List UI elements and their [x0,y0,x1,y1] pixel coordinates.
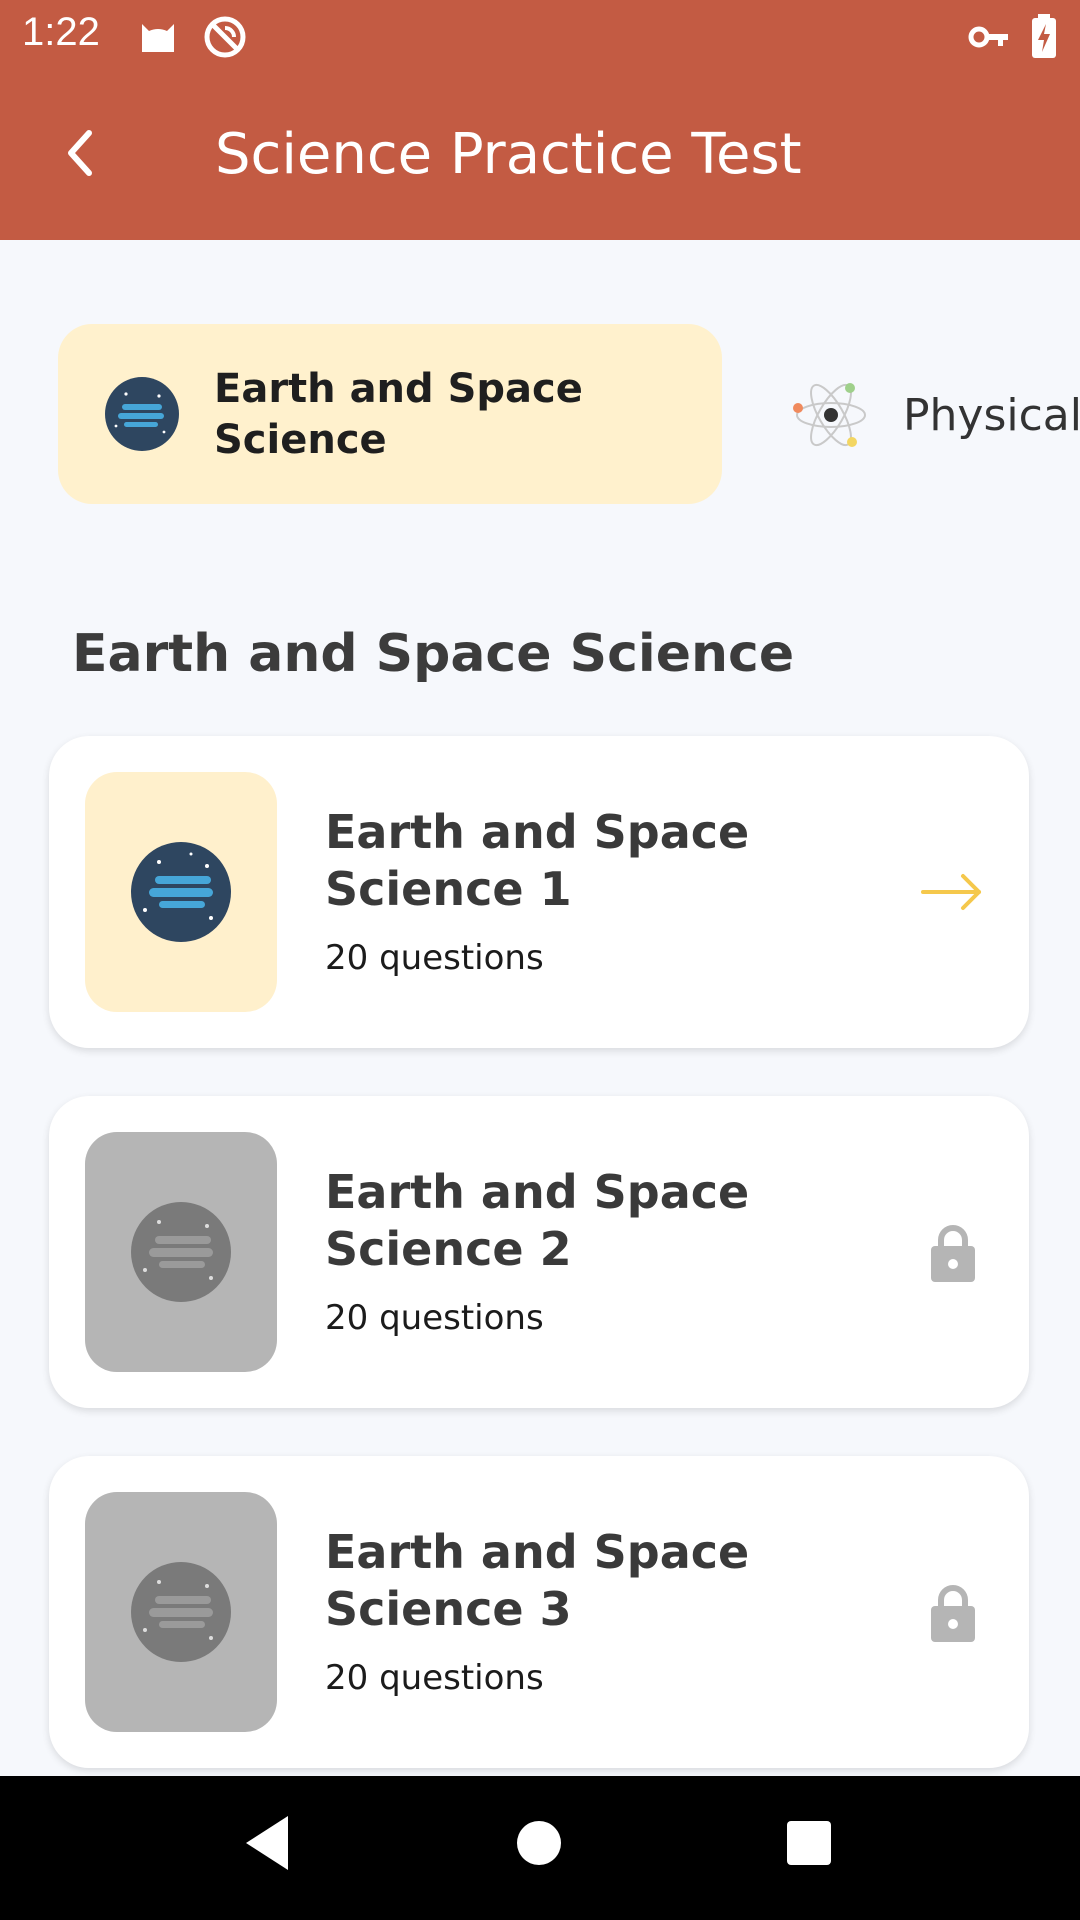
question-count: 20 questions [325,1298,544,1338]
test-thumbnail [85,1132,277,1372]
atom-icon [793,383,866,447]
test-title: Earth and Space Science 2 [325,1165,750,1276]
nav-back-button[interactable] [242,1814,292,1872]
nav-recents-button[interactable] [786,1820,832,1866]
status-time: 1:22 [22,10,100,54]
test-card-3[interactable]: Earth and Space Science 3 20 questions [49,1456,1029,1768]
lock-icon [931,1585,975,1642]
planet-icon [105,377,179,451]
nav-home-button[interactable] [516,1820,562,1866]
section-title: Earth and Space Science [72,624,795,684]
question-count: 20 questions [325,1658,544,1698]
arrow-right-icon[interactable] [917,856,989,928]
vpn-key-icon [968,26,1008,48]
test-card-2[interactable]: Earth and Space Science 2 20 questions [49,1096,1029,1408]
test-thumbnail [85,1492,277,1732]
test-title: Earth and Space Science 3 [325,1525,750,1636]
page-title: Science Practice Test [215,122,802,187]
test-card-1[interactable]: Earth and Space Science 1 20 questions [49,736,1029,1048]
cat-notification-icon [142,24,174,52]
do-not-disturb-icon [204,16,246,58]
question-count: 20 questions [325,938,544,978]
planet-icon [131,842,231,942]
category-label: Earth and Space Science [214,366,583,463]
test-title: Earth and Space Science 1 [325,805,750,916]
planet-icon [131,1562,231,1662]
system-nav-bar [0,1776,1080,1920]
lock-icon [931,1225,975,1282]
app-bar: 1:22 Science Practice Test [0,0,1080,240]
category-label: Physical [903,390,1080,441]
battery-charging-icon [1032,14,1056,58]
category-chip-earth-space[interactable]: Earth and Space Science [58,324,722,504]
test-thumbnail [85,772,277,1012]
back-button[interactable] [55,125,111,181]
category-chip-physical[interactable]: Physical [780,370,1080,460]
status-bar: 1:22 [0,0,1080,72]
planet-icon [131,1202,231,1302]
